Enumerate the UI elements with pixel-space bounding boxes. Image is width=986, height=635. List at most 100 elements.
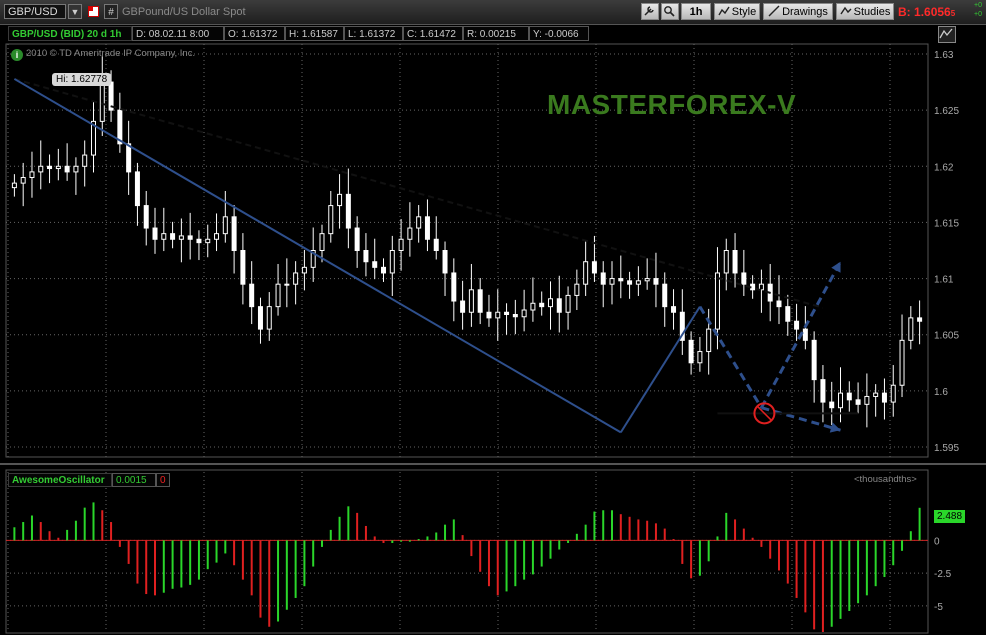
candle-body bbox=[328, 205, 334, 235]
candle-body bbox=[99, 81, 105, 122]
candle-body bbox=[776, 300, 782, 308]
candle-body bbox=[337, 193, 343, 207]
candle-body bbox=[688, 339, 694, 364]
candle-body bbox=[846, 392, 852, 401]
candle-body bbox=[354, 227, 360, 252]
osc-tick-label: -2.5 bbox=[934, 569, 952, 580]
oscillator-value: 0.0015 bbox=[112, 473, 156, 487]
bullish-projection-arrow bbox=[760, 261, 842, 409]
candle-body bbox=[829, 401, 835, 409]
candle-body bbox=[521, 309, 527, 318]
candle-body bbox=[583, 261, 589, 285]
candle-body bbox=[565, 294, 571, 313]
candle-body bbox=[785, 306, 791, 322]
candle-body bbox=[741, 272, 747, 285]
candle-body bbox=[477, 289, 483, 313]
candle-body bbox=[627, 280, 633, 285]
candle-body bbox=[134, 171, 140, 207]
candle-body bbox=[389, 250, 395, 274]
candle-body bbox=[64, 165, 70, 173]
candle-body bbox=[486, 311, 492, 319]
oscillator-panel-frame bbox=[5, 469, 929, 634]
candle-body bbox=[73, 165, 79, 173]
candle-body bbox=[460, 300, 466, 313]
candle-body bbox=[591, 261, 597, 274]
candle-body bbox=[838, 392, 844, 409]
wave-up-line bbox=[619, 306, 701, 433]
candle-body bbox=[451, 272, 457, 302]
candle-body bbox=[539, 302, 545, 308]
candle-body bbox=[222, 216, 228, 235]
channel-trendline bbox=[13, 78, 622, 434]
candle-body bbox=[126, 143, 132, 173]
candle-body bbox=[47, 165, 53, 170]
candle-body bbox=[723, 250, 729, 274]
candle-body bbox=[266, 306, 272, 330]
candle-body bbox=[293, 272, 299, 285]
candle-body bbox=[881, 392, 887, 403]
price-tick-label: 1.595 bbox=[934, 443, 959, 454]
candle-body bbox=[714, 272, 720, 330]
candle-body bbox=[11, 182, 17, 189]
candle-body bbox=[855, 399, 861, 405]
candle-body bbox=[873, 392, 879, 397]
price-tick-label: 1.61 bbox=[934, 275, 954, 286]
candle-body bbox=[433, 238, 439, 251]
candle-body bbox=[917, 317, 923, 322]
candle-body bbox=[29, 171, 35, 179]
candle-body bbox=[161, 233, 167, 240]
candle-body bbox=[20, 177, 26, 184]
candle-body bbox=[908, 317, 914, 341]
candle-body bbox=[284, 283, 290, 286]
candle-body bbox=[653, 278, 659, 285]
candle-body bbox=[214, 233, 220, 240]
candle-body bbox=[38, 165, 44, 173]
candle-body bbox=[644, 278, 650, 282]
oscillator-units: <thousandths> bbox=[854, 474, 917, 485]
price-tick-label: 1.615 bbox=[934, 218, 959, 229]
candle-body bbox=[512, 314, 518, 318]
candle-body bbox=[635, 280, 641, 285]
candle-body bbox=[899, 339, 905, 386]
price-tick-label: 1.62 bbox=[934, 162, 954, 173]
candle-body bbox=[442, 250, 448, 274]
candle-body bbox=[398, 238, 404, 251]
candle-body bbox=[143, 205, 149, 229]
candle-body bbox=[424, 216, 430, 240]
candle-body bbox=[372, 261, 378, 268]
candle-body bbox=[231, 216, 237, 251]
oscillator-current-value: 2.488 bbox=[934, 510, 966, 523]
candle-body bbox=[864, 395, 870, 405]
candle-body bbox=[811, 339, 817, 381]
candle-body bbox=[662, 283, 668, 308]
candle-body bbox=[407, 227, 413, 240]
candle-body bbox=[794, 320, 800, 330]
candle-body bbox=[504, 311, 510, 316]
candle-body bbox=[152, 227, 158, 240]
candle-body bbox=[697, 351, 703, 364]
candle-body bbox=[240, 250, 246, 285]
candle-body bbox=[170, 233, 176, 240]
candle-body bbox=[802, 328, 808, 341]
candle-body bbox=[547, 298, 553, 308]
watermark-text: MASTERFOREX-V bbox=[547, 89, 797, 120]
candle-body bbox=[178, 235, 184, 240]
oscillator-zero: 0 bbox=[156, 473, 170, 487]
info-icon[interactable]: i bbox=[11, 49, 23, 61]
candle-body bbox=[205, 238, 211, 244]
candle-body bbox=[319, 233, 325, 252]
high-label: Hi: 1.62778 bbox=[52, 73, 112, 86]
candle-body bbox=[609, 278, 615, 285]
candle-body bbox=[495, 311, 501, 319]
candle-body bbox=[249, 283, 255, 308]
candle-body bbox=[574, 283, 580, 296]
candle-body bbox=[671, 306, 677, 313]
candle-body bbox=[187, 235, 193, 240]
chart-canvas: 1.63 1.625 1.62 1.615 1.61 1.605 1.6 1.595 0 -2.5… bbox=[0, 43, 986, 634]
price-tick-label: 1.6 bbox=[934, 387, 948, 398]
candle-body bbox=[468, 289, 474, 313]
candle-body bbox=[556, 298, 562, 313]
candle-body bbox=[618, 278, 624, 282]
copyright-text: i 2010 © TD Ameritrade IP Company, Inc. bbox=[11, 48, 195, 61]
osc-tick-label: -5 bbox=[934, 602, 943, 613]
